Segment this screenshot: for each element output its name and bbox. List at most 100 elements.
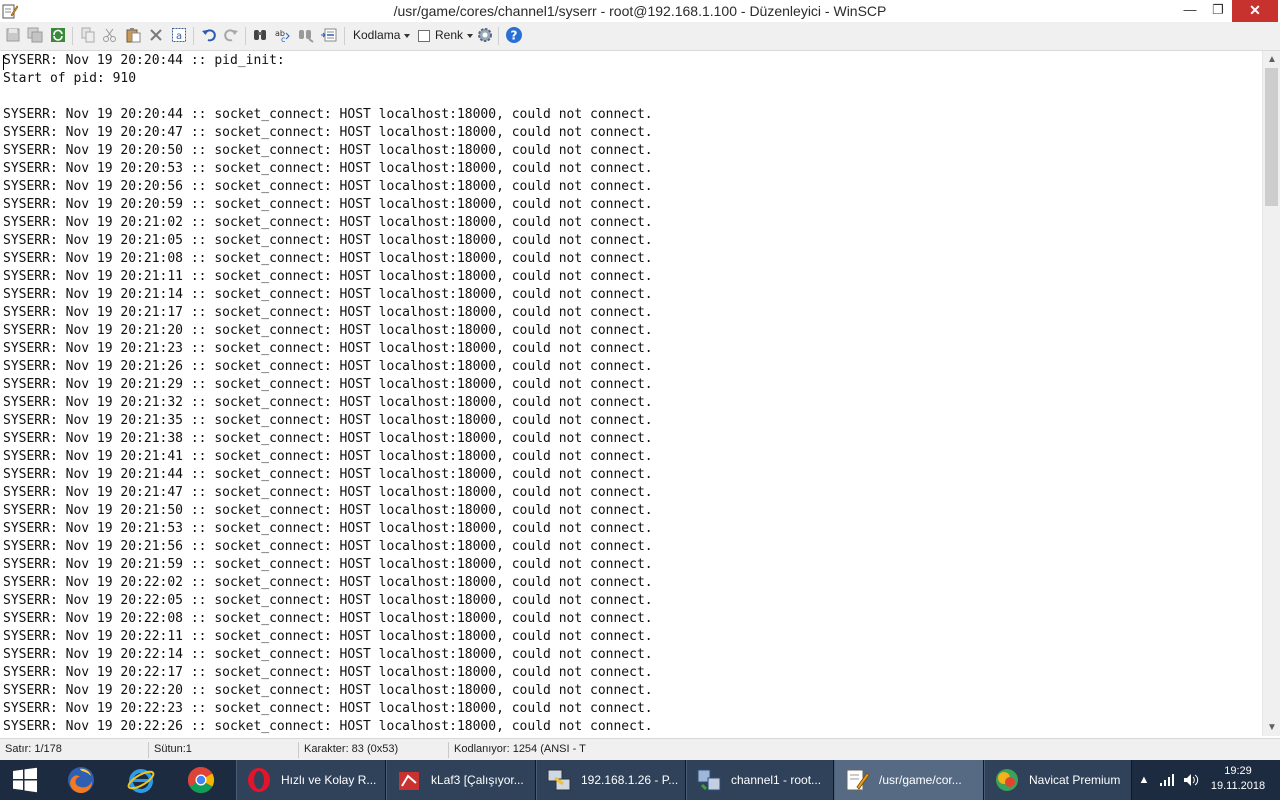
toolbar-separator xyxy=(498,27,499,45)
editor-line: SYSERR: Nov 19 20:21:50 :: socket_connec… xyxy=(3,503,653,518)
editor-line: SYSERR: Nov 19 20:21:11 :: socket_connec… xyxy=(3,269,653,284)
editor-line: SYSERR: Nov 19 20:20:59 :: socket_connec… xyxy=(3,197,653,212)
save-icon[interactable] xyxy=(3,25,23,45)
taskbar-item-putty[interactable]: 192.168.1.26 - P... xyxy=(536,760,686,800)
editor-line: SYSERR: Nov 19 20:20:50 :: socket_connec… xyxy=(3,143,653,158)
chrome-pinned[interactable] xyxy=(172,760,230,800)
color-dropdown[interactable]: Renk xyxy=(435,28,474,42)
start-button[interactable] xyxy=(0,760,50,800)
editor-line: SYSERR: Nov 19 20:20:56 :: socket_connec… xyxy=(3,179,653,194)
navicat-icon xyxy=(993,766,1021,794)
editor-line: SYSERR: Nov 19 20:21:38 :: socket_connec… xyxy=(3,431,653,446)
editor-line: SYSERR: Nov 19 20:21:41 :: socket_connec… xyxy=(3,449,653,464)
editor-line: SYSERR: Nov 19 20:21:17 :: socket_connec… xyxy=(3,305,653,320)
goto-line-icon[interactable] xyxy=(319,25,339,45)
replace-icon[interactable]: ab c xyxy=(273,25,293,45)
internet-explorer-icon xyxy=(127,769,155,793)
winscp-icon xyxy=(695,766,723,794)
close-button[interactable]: ✕ xyxy=(1232,0,1278,22)
editor-line: SYSERR: Nov 19 20:21:35 :: socket_connec… xyxy=(3,413,653,428)
color-checkbox[interactable] xyxy=(418,30,430,42)
paste-icon[interactable] xyxy=(123,25,143,45)
encoding-label: Kodlama xyxy=(353,28,401,42)
editor-line: SYSERR: Nov 19 20:22:08 :: socket_connec… xyxy=(3,611,653,626)
editor-line: SYSERR: Nov 19 20:22:20 :: socket_connec… xyxy=(3,683,653,698)
editor-line: SYSERR: Nov 19 20:22:17 :: socket_connec… xyxy=(3,665,653,680)
editor-line: SYSERR: Nov 19 20:21:20 :: socket_connec… xyxy=(3,323,653,338)
editor-line: SYSERR: Nov 19 20:21:23 :: socket_connec… xyxy=(3,341,653,356)
scroll-up-arrow-icon[interactable]: ▲ xyxy=(1263,51,1280,68)
network-signal-icon[interactable] xyxy=(1156,760,1178,800)
internet-explorer-pinned[interactable] xyxy=(112,760,170,800)
vertical-scrollbar[interactable]: ▲ ▼ xyxy=(1262,51,1280,736)
encoding-dropdown[interactable]: Kodlama xyxy=(353,28,411,42)
taskbar-item-editor[interactable]: /usr/game/cor... xyxy=(834,760,984,800)
tray-overflow-icon[interactable]: ▲ xyxy=(1136,760,1152,800)
preferences-gear-icon[interactable] xyxy=(475,25,495,45)
redo-icon[interactable] xyxy=(221,25,241,45)
toolbar-separator xyxy=(193,27,194,45)
minimize-button[interactable]: — xyxy=(1176,0,1204,22)
select-all-icon[interactable]: a xyxy=(169,25,189,45)
cut-icon[interactable] xyxy=(100,25,120,45)
taskbar-item-virtualbox[interactable]: kLaf3 [Çalışıyor... xyxy=(386,760,536,800)
editor-line: SYSERR: Nov 19 20:22:14 :: socket_connec… xyxy=(3,647,653,662)
editor-line: SYSERR: Nov 19 20:22:23 :: socket_connec… xyxy=(3,701,653,716)
editor-line: SYSERR: Nov 19 20:21:56 :: socket_connec… xyxy=(3,539,653,554)
text-editor[interactable]: SYSERR: Nov 19 20:20:44 :: pid_init: Star… xyxy=(0,51,1262,736)
firefox-icon xyxy=(68,767,94,794)
clock[interactable]: 19:29 19.11.2018 xyxy=(1198,764,1278,794)
editor-line: SYSERR: Nov 19 20:21:44 :: socket_connec… xyxy=(3,467,653,482)
status-column: Sütun:1 xyxy=(154,743,192,755)
text-cursor xyxy=(3,55,4,70)
editor-line: SYSERR: Nov 19 20:21:32 :: socket_connec… xyxy=(3,395,653,410)
toolbar-separator xyxy=(344,27,345,45)
taskbar-item-opera[interactable]: Hızlı ve Kolay R... xyxy=(236,760,386,800)
taskbar-item-label: Hızlı ve Kolay R... xyxy=(281,773,377,787)
editor-line: SYSERR: Nov 19 20:21:26 :: socket_connec… xyxy=(3,359,653,374)
save-all-icon[interactable] xyxy=(25,25,45,45)
editor-line: Start of pid: 910 xyxy=(3,71,137,86)
taskbar-item-label: kLaf3 [Çalışıyor... xyxy=(431,773,524,787)
editor-line: SYSERR: Nov 19 20:21:14 :: socket_connec… xyxy=(3,287,653,302)
undo-icon[interactable] xyxy=(199,25,219,45)
chevron-down-icon xyxy=(404,33,411,38)
clock-date: 19.11.2018 xyxy=(1210,780,1266,792)
scrollbar-thumb[interactable] xyxy=(1265,68,1278,206)
status-bar: Satır: 1/178 Sütun:1 Karakter: 83 (0x53)… xyxy=(0,738,1280,761)
editor-line: SYSERR: Nov 19 20:21:59 :: socket_connec… xyxy=(3,557,653,572)
taskbar-item-label: Navicat Premium xyxy=(1029,773,1121,787)
taskbar-item-label: /usr/game/cor... xyxy=(879,773,962,787)
maximize-button[interactable]: ❐ xyxy=(1204,0,1232,22)
editor-line: SYSERR: Nov 19 20:21:53 :: socket_connec… xyxy=(3,521,653,536)
svg-text:c: c xyxy=(281,35,285,43)
taskbar-item-navicat[interactable]: Navicat Premium xyxy=(984,760,1132,800)
reload-icon[interactable] xyxy=(48,25,68,45)
status-divider xyxy=(448,742,449,758)
status-line: Satır: 1/178 xyxy=(5,743,62,755)
editor-line: SYSERR: Nov 19 20:20:44 :: socket_connec… xyxy=(3,107,653,122)
firefox-pinned[interactable] xyxy=(52,760,110,800)
chrome-icon xyxy=(187,766,215,794)
help-icon[interactable]: ? xyxy=(504,25,524,45)
taskbar-item-winscp[interactable]: channel1 - root... xyxy=(686,760,834,800)
toolbar-separator xyxy=(245,27,246,45)
editor-line: SYSERR: Nov 19 20:22:05 :: socket_connec… xyxy=(3,593,653,608)
editor-icon xyxy=(843,766,871,794)
status-encoding: Kodlanıyor: 1254 (ANSI - T xyxy=(454,743,586,755)
windows-taskbar: Hızlı ve Kolay R... kLaf3 [Çalışıyor... 19… xyxy=(0,760,1280,800)
editor-toolbar: a ab c Kodlama Renk ? xyxy=(0,22,1280,51)
scroll-down-arrow-icon[interactable]: ▼ xyxy=(1263,719,1280,736)
editor-line: SYSERR: Nov 19 20:20:53 :: socket_connec… xyxy=(3,161,653,176)
editor-line: SYSERR: Nov 19 20:22:11 :: socket_connec… xyxy=(3,629,653,644)
delete-icon[interactable] xyxy=(146,25,166,45)
toolbar-separator xyxy=(72,27,73,45)
status-divider xyxy=(148,742,149,758)
find-next-icon[interactable] xyxy=(296,25,316,45)
editor-line: SYSERR: Nov 19 20:21:02 :: socket_connec… xyxy=(3,215,653,230)
svg-text:?: ? xyxy=(511,29,518,43)
title-bar: /usr/game/cores/channel1/syserr - root@1… xyxy=(0,0,1280,22)
find-icon[interactable] xyxy=(250,25,270,45)
copy-icon[interactable] xyxy=(78,25,98,45)
